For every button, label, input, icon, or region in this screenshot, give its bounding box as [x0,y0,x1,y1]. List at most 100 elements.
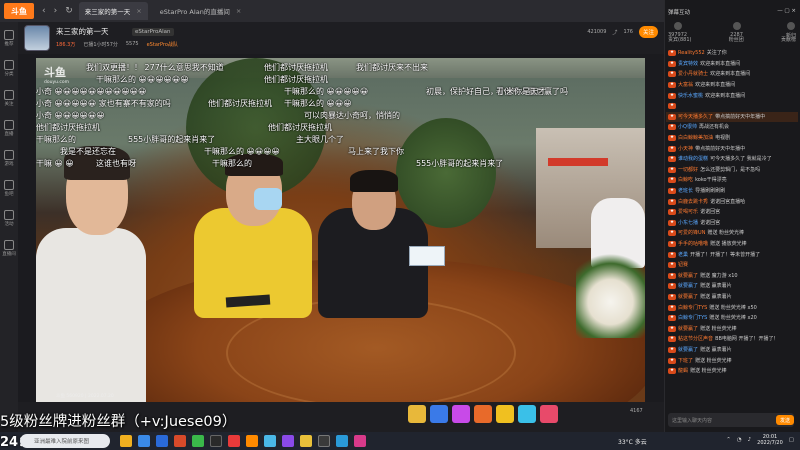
sidebar-item-room[interactable]: 直播间 [2,240,16,257]
tray-icon[interactable]: ⌃ [726,437,731,443]
gift-4-icon[interactable] [474,405,492,423]
chat-message[interactable]: ★ 白白鲸鲸美加油 电视剧 [666,133,798,144]
share-icon[interactable]: ⤴ [612,29,617,36]
chat-message[interactable]: ★ 就要赢了 赠送 粉丝荧光棒 [666,323,798,334]
gift-6-icon[interactable] [518,405,536,423]
chat-message[interactable]: ★ 可爱的锋UN 赠送 粉丝荧光棒 [666,228,798,239]
chat-nickname[interactable]: 粘这节分区声音 [678,336,713,342]
back-icon[interactable]: ‹ [42,6,46,16]
sidebar-item-recommend[interactable]: 推荐 [2,30,16,47]
chat-message[interactable]: ★ [666,101,798,112]
app-icon[interactable] [174,435,186,447]
chat-nickname[interactable]: 白白鲸鲸美加油 [678,135,713,141]
video-player[interactable]: 斗鱼 douyu.com 斗鱼 560920 | 2022.07.20 我们双更播… [36,58,645,402]
explorer-icon[interactable] [120,435,132,447]
chat-nickname[interactable]: 大富翁 [678,82,693,88]
close-tab-icon[interactable]: × [136,7,141,15]
chat-nickname[interactable]: 白鲸专门TYS [678,315,707,321]
chat-nickname[interactable]: 快乐水蜜桃 [678,93,703,99]
sidebar-item-live[interactable]: 直播 [2,120,16,137]
chat-message[interactable]: ★ 爱喝可乐 诺诺回宫 [666,207,798,218]
chat-message[interactable]: ★ 就要赢了 赠送 魔力游 x10 [666,270,798,281]
volume-icon[interactable]: ♪ [748,437,752,443]
chat-message[interactable]: ★ 爱小丹就骑士 欢迎来到本直播间 [666,69,798,80]
tab-vip[interactable]: 贵宾(881) [668,36,691,43]
chat-nickname[interactable]: 白鹿去跳卡秀 [678,199,708,205]
app-icon[interactable] [210,435,222,447]
avatar[interactable] [24,25,50,51]
chat-nickname[interactable]: 白鲸专门TYS [678,305,707,311]
app-icon[interactable] [282,435,294,447]
team-label[interactable]: eStarPro战队 [147,41,178,48]
chat-nickname[interactable]: 就要赢了 [678,273,698,279]
forward-icon[interactable]: › [54,6,58,16]
chat-nickname[interactable]: 贵宾特效 [678,61,698,67]
chat-message[interactable]: ★ 小天神 带点搞前好天中年播中 [666,143,798,154]
chat-nickname[interactable]: 小Q很帅 [678,124,697,130]
chat-nickname[interactable]: 小东七播 [678,220,698,226]
chat-nickname[interactable]: 钮赛 [678,262,688,268]
chat-nickname[interactable]: 爱小丹就骑士 [678,71,708,77]
edge-icon[interactable] [138,435,150,447]
send-button[interactable]: 发送 [776,415,794,425]
chat-nickname[interactable]: 可今天播多久了 [678,114,713,120]
gift-5-icon[interactable] [496,405,514,423]
app-icon[interactable] [354,435,366,447]
chat-message[interactable]: ★ 大富翁 欢迎来到本直播间 [666,80,798,91]
notification-icon[interactable]: ▢ [789,437,794,443]
tab-contribution[interactable]: 贡献榜 [781,36,796,43]
window-controls[interactable]: — ▢ × [777,8,796,16]
chat-message[interactable]: ★ 谁动我的蛋糕 可今天播多久了 我就是冷了 [666,154,798,165]
chat-message[interactable]: ★ 小东七播 诺诺回宫 [666,218,798,229]
refresh-icon[interactable]: ↻ [65,6,73,16]
chat-message[interactable]: ★ 白鲸专门TYS 赠送 粉丝荧光棒 x20 [666,313,798,324]
room-tag[interactable]: eStarProAlan [132,28,174,36]
tab-fans[interactable]: 粉丝团 [729,36,744,43]
chat-nickname[interactable]: 龍蝎 [678,368,688,374]
chat-message[interactable]: ★ 下班了 赠送 粉丝荧光棒 [666,355,798,366]
tab-room[interactable]: 来三家的第一天 × [78,2,148,20]
sidebar-item-game[interactable]: 游戏 [2,150,16,167]
gift-3-icon[interactable] [452,405,470,423]
chat-message-list[interactable]: ★ Reality552 关注了你 ★ 贵宾特效 欢迎来到本直播间 ★ 爱小丹就骑士 欢迎来到本… [666,48,798,376]
chat-nickname[interactable]: 手手的咕噜噜 [678,241,708,247]
app-icon[interactable] [318,435,330,447]
chat-message[interactable]: ★ 龍蝎 赠送 粉丝荧光棒 [666,366,798,377]
chat-message[interactable]: ★ 钮赛 [666,260,798,271]
chat-message[interactable]: ★ 可今天播多久了 带点搞前好天中年播中 [666,111,798,123]
chat-message[interactable]: ★ 就要赢了 赠送 赢表薯片 [666,281,798,292]
douyu-taskbar-icon[interactable] [246,435,258,447]
sidebar-item-fishbar[interactable]: 鱼吧 [2,180,16,197]
follow-button[interactable]: 关注 [638,26,658,38]
chat-message[interactable]: ★ Reality552 关注了你 [666,48,798,59]
chat-message[interactable]: ★ 快乐水蜜桃 欢迎来到本直播间 [666,90,798,101]
chat-nickname[interactable]: 可爱的锋UN [678,230,705,236]
gift-7-icon[interactable] [540,405,558,423]
weather-widget[interactable]: 33°C 多云 [618,437,647,446]
close-tab-icon[interactable]: × [236,7,241,15]
chat-nickname[interactable]: 谁动我的蛋糕 [678,156,708,162]
chat-nickname[interactable]: 就要赢了 [678,326,698,332]
app-logo[interactable]: 斗鱼 [4,3,34,19]
chat-nickname[interactable]: 就要赢了 [678,294,698,300]
chat-nickname[interactable]: Reality552 [678,50,705,56]
chat-message[interactable]: ★ 就要赢了 赠送 赢表薯片 [666,292,798,303]
chat-nickname[interactable]: 爱喝可乐 [678,209,698,215]
chat-message[interactable]: ★ 小Q很帅 再战还有机会 [666,122,798,133]
chat-nickname[interactable]: 白鲸吃 [678,177,693,183]
chat-message[interactable]: ★ 手手的咕噜噜 赠送 播放荧光棒 [666,239,798,250]
chat-message[interactable]: ★ 就要赢了 赠送 赢表薯片 [666,345,798,356]
chat-nickname[interactable]: 下班了 [678,358,693,364]
chat-message[interactable]: ★ 粘这节分区声音 BB电脑网 开播了！开播了！ [666,334,798,345]
chat-nickname[interactable]: 小天神 [678,146,693,152]
app-icon[interactable] [264,435,276,447]
chat-message[interactable]: ★ 白鲸吃 koko干得漂亮 [666,175,798,186]
chat-nickname[interactable]: 就要赢了 [678,347,698,353]
taskbar-search-input[interactable]: 亚洲最难入院前原来图 [20,434,110,448]
app-icon[interactable] [228,435,240,447]
chat-nickname[interactable]: 老巢 [678,252,688,258]
gift-1-icon[interactable] [408,405,426,423]
chat-nickname[interactable]: 一切都好 [678,167,698,173]
app-icon[interactable] [336,435,348,447]
chat-message[interactable]: ★ 老巢 开播了！开播了！等未曾开播了 [666,249,798,260]
